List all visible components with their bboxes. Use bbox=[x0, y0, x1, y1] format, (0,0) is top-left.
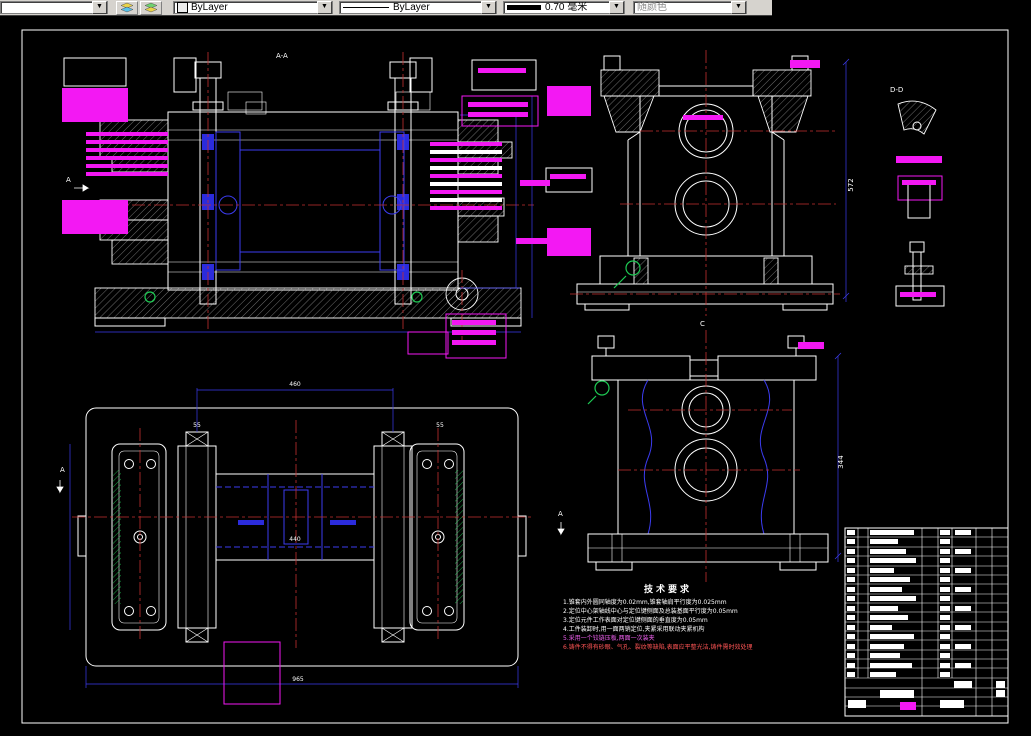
dim-end-top-height: 572 bbox=[847, 178, 855, 191]
chevron-down-icon: ▼ bbox=[731, 1, 746, 14]
tech-title: 技术要求 bbox=[644, 583, 692, 595]
section-arrow-a-front: A bbox=[66, 176, 71, 184]
plotstyle-value: 随颜色 bbox=[637, 2, 729, 14]
dim-plate-left: 55 bbox=[193, 422, 201, 429]
title-block-table[interactable] bbox=[845, 528, 1008, 716]
layer-previous-button[interactable] bbox=[140, 1, 162, 15]
section-arrow-a-plan-right: A bbox=[558, 510, 563, 518]
color-control[interactable]: ByLayer ▼ bbox=[173, 1, 333, 14]
layer-control[interactable]: ▼ bbox=[0, 1, 108, 14]
dim-plan-top: 460 bbox=[289, 381, 301, 388]
dim-plan-overall: 965 bbox=[292, 676, 304, 683]
lineweight-sample-icon bbox=[507, 5, 541, 10]
lineweight-value: 0.70 毫米 bbox=[545, 2, 607, 14]
chevron-down-icon[interactable]: ▼ bbox=[92, 1, 107, 14]
linetype-value: ByLayer bbox=[393, 2, 479, 14]
section-arrow-a-plan-left: A bbox=[60, 466, 65, 474]
section-label-aa: A-A bbox=[276, 52, 288, 60]
layers-icon bbox=[119, 2, 135, 14]
lineweight-control[interactable]: 0.70 毫米 ▼ bbox=[503, 1, 625, 14]
layers-back-icon bbox=[143, 2, 159, 14]
detail-label-dd: D-D bbox=[890, 86, 903, 94]
plotstyle-control: 随颜色 ▼ bbox=[633, 1, 747, 14]
section-label-c: C bbox=[700, 320, 705, 328]
chevron-down-icon[interactable]: ▼ bbox=[317, 1, 332, 14]
drawing-canvas[interactable]: A-A bbox=[0, 0, 1031, 736]
make-object-layer-current-button[interactable] bbox=[116, 1, 138, 15]
tech-line-4: 4.工件装卸时,用一面两销定位,夹紧采用联动夹紧机构 bbox=[563, 625, 705, 633]
tech-line-5: 5.采用一个铰链压板,两面一次装夹 bbox=[563, 634, 655, 642]
linetype-sample-icon bbox=[343, 7, 389, 8]
chevron-down-icon[interactable]: ▼ bbox=[609, 1, 624, 14]
dim-plan-center: 440 bbox=[289, 536, 301, 543]
dim-plate-right: 55 bbox=[436, 422, 444, 429]
tech-line-1: 1.锥套内外圆同轴度为0.02mm,锥套轴肩平行度为0.025mm bbox=[563, 598, 727, 606]
tech-line-3: 3.定位元件工作表面对定位键侧面的垂直度为0.05mm bbox=[563, 616, 708, 624]
color-swatch-icon bbox=[177, 2, 188, 13]
linetype-control[interactable]: ByLayer ▼ bbox=[339, 1, 497, 14]
chevron-down-icon[interactable]: ▼ bbox=[481, 1, 496, 14]
dim-end-bottom-height: 344 bbox=[837, 455, 845, 469]
properties-toolbar: ▼ ByLayer ▼ ByLayer ▼ 0.70 毫米 ▼ 随颜色 ▼ bbox=[0, 0, 772, 16]
tech-line-2: 2.定位中心架轴线中心与定位键侧面及总装基面平行度为0.05mm bbox=[563, 607, 738, 615]
tech-line-6: 6.铸件不得有砂眼、气孔、裂纹等缺陷,表面应平整光洁,铸件需时效处理 bbox=[563, 643, 753, 651]
color-value: ByLayer bbox=[191, 2, 315, 14]
